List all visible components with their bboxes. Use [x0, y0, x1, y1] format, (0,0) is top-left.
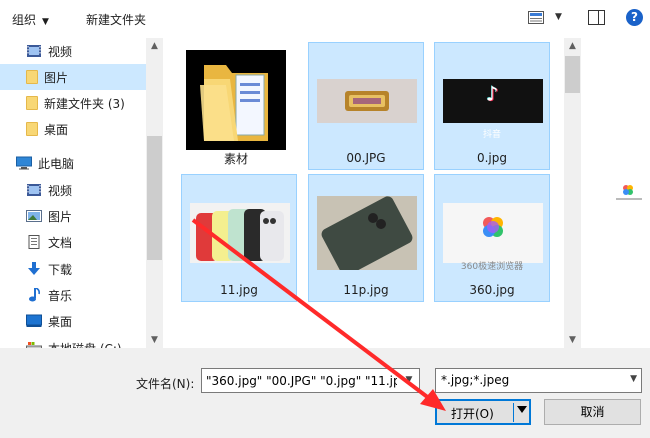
- folder-icon: [26, 96, 38, 110]
- image-thumbnail: [317, 51, 417, 151]
- folder-thumbnail: [186, 50, 286, 150]
- svg-text:♪: ♪: [486, 82, 499, 106]
- nav-item-music[interactable]: 音乐: [0, 282, 146, 308]
- phone-photo-thumbnail-icon: [317, 196, 417, 270]
- nav-item-videos-quick[interactable]: 视频: [0, 38, 146, 64]
- scroll-up-arrow-icon[interactable]: ▲: [146, 38, 163, 54]
- nav-item-label: 桌面: [48, 314, 73, 329]
- file-tile-11p-jpg[interactable]: 11p.jpg: [308, 174, 424, 302]
- file-tile-11-jpg[interactable]: 11.jpg: [181, 174, 297, 302]
- scroll-up-arrow-icon[interactable]: ▲: [564, 38, 581, 54]
- nav-item-documents[interactable]: 文档: [0, 229, 146, 255]
- chevron-down-icon: ▼: [630, 374, 637, 384]
- nav-item-videos[interactable]: 视频: [0, 177, 146, 203]
- nav-item-label: 音乐: [48, 288, 73, 303]
- nav-item-local-disk-c[interactable]: 本地磁盘 (C:): [0, 335, 146, 348]
- tiktok-caption: 抖音: [482, 130, 501, 140]
- browser360-caption: 360极速浏览器: [460, 262, 524, 272]
- scroll-down-arrow-icon[interactable]: ▼: [564, 332, 581, 348]
- picture-icon: [26, 210, 42, 222]
- filetype-value: *.jpg;*.jpeg: [441, 373, 510, 387]
- scroll-down-arrow-icon[interactable]: ▼: [146, 332, 163, 348]
- organize-label: 组织: [12, 13, 37, 27]
- file-grid: 素材 00.JPG ♪ ♪ ♪ 抖音 0.jpg 11.jpg 11p.jpg …: [176, 38, 561, 348]
- view-options-chevron-icon[interactable]: ▼: [555, 12, 562, 22]
- nav-item-label: 视频: [48, 44, 73, 59]
- image-thumbnail: [317, 183, 417, 283]
- desktop-icon: [26, 314, 42, 327]
- file-grid-scrollbar-thumb[interactable]: [565, 56, 580, 93]
- nav-item-label: 下载: [48, 262, 73, 277]
- cancel-button[interactable]: 取消: [544, 399, 641, 425]
- nav-scrollbar-thumb[interactable]: [147, 136, 162, 260]
- nav-item-new-folder-3[interactable]: 新建文件夹 (3): [0, 90, 146, 116]
- chevron-down-icon[interactable]: ▼: [399, 369, 419, 392]
- browser360-thumbnail-icon: [443, 203, 543, 263]
- folder-icon: [200, 65, 268, 141]
- image-thumbnail: [190, 183, 290, 283]
- new-folder-button[interactable]: 新建文件夹: [86, 11, 146, 28]
- preview-pane-icon[interactable]: [588, 10, 605, 25]
- filetype-select[interactable]: *.jpg;*.jpeg ▼: [435, 368, 642, 393]
- nav-item-desktop-quick[interactable]: 桌面: [0, 116, 146, 142]
- video-icon: [27, 184, 41, 196]
- drive-icon: [26, 342, 42, 348]
- help-icon[interactable]: ?: [626, 9, 643, 26]
- nav-item-label: 此电脑: [38, 156, 75, 171]
- nav-item-pictures[interactable]: 图片: [0, 203, 146, 229]
- file-tile-360-jpg[interactable]: 360极速浏览器 360.jpg: [434, 174, 550, 302]
- background-preview-thumbnail: [608, 178, 650, 212]
- file-name: 11.jpg: [220, 283, 258, 297]
- nav-item-this-pc[interactable]: 此电脑: [0, 150, 146, 176]
- file-tile-00-jpg[interactable]: 00.JPG: [308, 42, 424, 170]
- nav-item-label: 桌面: [44, 122, 69, 137]
- browser360-thumbnail-icon: [616, 185, 642, 200]
- tiktok-thumbnail-icon: ♪ ♪ ♪: [443, 79, 543, 123]
- nav-item-label: 新建文件夹 (3): [44, 96, 125, 111]
- folder-icon: [26, 70, 38, 84]
- toolbar: 组织 ▼ 新建文件夹 ▼ ?: [0, 0, 650, 38]
- document-icon: [28, 235, 40, 249]
- game-logo-thumbnail-icon: [317, 79, 417, 123]
- computer-icon: [16, 156, 32, 170]
- organize-menu-button[interactable]: 组织 ▼: [12, 11, 49, 28]
- chevron-down-icon: ▼: [42, 17, 49, 27]
- view-mode-icon[interactable]: [528, 11, 544, 24]
- filename-label: 文件名(N):: [136, 377, 195, 391]
- nav-item-label: 视频: [48, 183, 73, 198]
- open-button-label: 打开(O): [451, 407, 494, 421]
- nav-item-label: 文档: [48, 235, 73, 250]
- nav-item-label: 本地磁盘 (C:): [48, 340, 122, 349]
- file-name: 360.jpg: [469, 283, 515, 297]
- download-icon: [28, 262, 40, 275]
- nav-item-desktop[interactable]: 桌面: [0, 308, 146, 334]
- caret-down-icon[interactable]: [517, 406, 527, 413]
- file-name: 0.jpg: [476, 151, 508, 165]
- file-tile-0-jpg[interactable]: ♪ ♪ ♪ 抖音 0.jpg: [434, 42, 550, 170]
- file-name: 素材: [223, 152, 248, 166]
- navigation-pane: 视频 图片 新建文件夹 (3) 桌面 此电脑 视频 图片 文档 下载 音乐 桌面: [0, 38, 163, 348]
- nav-item-pictures-quick[interactable]: 图片: [0, 64, 146, 90]
- split-divider: [513, 403, 514, 422]
- filename-input[interactable]: [202, 369, 397, 392]
- video-icon: [27, 45, 41, 57]
- nav-item-label: 图片: [44, 70, 69, 85]
- folder-icon: [26, 122, 38, 136]
- music-icon: [29, 288, 40, 302]
- iphones-thumbnail-icon: [190, 203, 290, 263]
- file-name: 00.JPG: [346, 151, 386, 165]
- file-tile-sucai[interactable]: 素材: [178, 42, 294, 170]
- nav-item-downloads[interactable]: 下载: [0, 256, 146, 282]
- open-button[interactable]: 打开(O): [435, 399, 531, 425]
- nav-item-label: 图片: [48, 209, 73, 224]
- filename-combobox[interactable]: ▼: [201, 368, 420, 393]
- file-name: 11p.jpg: [343, 283, 389, 297]
